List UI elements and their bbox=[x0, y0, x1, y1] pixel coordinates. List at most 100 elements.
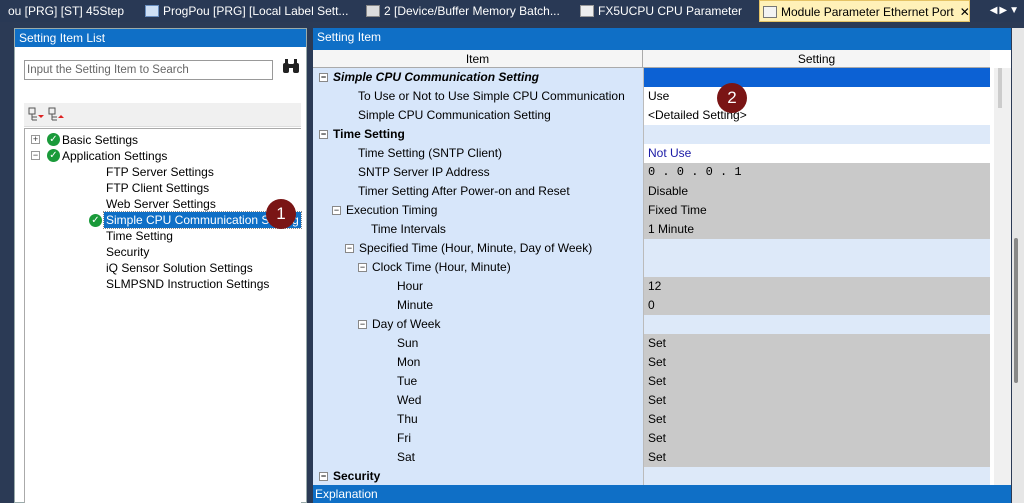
grid-setting-cell bbox=[643, 125, 990, 144]
grid-row[interactable]: SNTP Server IP Address 0 . 0 . 0 . 1 bbox=[313, 163, 990, 182]
grid-row[interactable]: − Time Setting bbox=[313, 125, 990, 144]
tab-local-label[interactable]: ProgPou [PRG] [Local Label Sett... bbox=[145, 0, 350, 22]
main-vertical-scrollbar[interactable] bbox=[1012, 28, 1024, 503]
grid-row[interactable]: Hour 12 bbox=[313, 277, 990, 296]
setting-item-panel: Setting Item Item Setting − Simple CPU Co… bbox=[313, 28, 1011, 503]
grid-row[interactable]: − Clock Time (Hour, Minute) bbox=[313, 258, 990, 277]
grid-row[interactable]: Simple CPU Communication Setting <Detaile… bbox=[313, 106, 990, 125]
grid-row[interactable]: Mon Set bbox=[313, 353, 990, 372]
grid-setting-cell[interactable]: Set bbox=[643, 429, 990, 448]
grid-setting-cell bbox=[643, 258, 990, 277]
tree-item-application-settings[interactable]: − ✓ Application Settings bbox=[31, 148, 191, 164]
tree-item-web-server[interactable]: Web Server Settings bbox=[106, 196, 216, 212]
column-header-item[interactable]: Item bbox=[313, 50, 643, 68]
grid-setting-cell[interactable]: <Detailed Setting> bbox=[643, 106, 990, 125]
grid-item-cell: Thu bbox=[313, 410, 643, 429]
grid-item-label: Time Intervals bbox=[371, 222, 446, 236]
grid-setting-cell[interactable]: 1 Minute bbox=[643, 220, 990, 239]
grid-setting-cell[interactable]: Set bbox=[643, 391, 990, 410]
grid-setting-cell[interactable]: 0 . 0 . 0 . 1 bbox=[643, 163, 990, 182]
grid-row[interactable]: Tue Set bbox=[313, 372, 990, 391]
tree-item-iq-sensor[interactable]: iQ Sensor Solution Settings bbox=[106, 260, 253, 276]
grid-item-cell: To Use or Not to Use Simple CPU Communic… bbox=[313, 87, 643, 106]
collapse-all-icon[interactable] bbox=[48, 107, 64, 123]
grid-item-label: Day of Week bbox=[372, 317, 441, 331]
tree-item-slmpsnd[interactable]: SLMPSND Instruction Settings bbox=[106, 276, 269, 292]
grid-setting-cell[interactable]: Disable bbox=[643, 182, 990, 201]
collapse-icon[interactable]: − bbox=[345, 244, 354, 253]
search-input[interactable]: Input the Setting Item to Search bbox=[24, 60, 273, 80]
tab-label: Module Parameter Ethernet Port bbox=[781, 5, 954, 19]
column-header-setting[interactable]: Setting bbox=[643, 50, 990, 68]
grid-row[interactable]: Timer Setting After Power-on and Reset Di… bbox=[313, 182, 990, 201]
grid-setting-cell[interactable]: Set bbox=[643, 410, 990, 429]
grid-item-label: Minute bbox=[397, 298, 434, 312]
tree-item-time-setting[interactable]: Time Setting bbox=[106, 228, 173, 244]
grid-item-cell: Minute bbox=[313, 296, 643, 315]
grid-row[interactable]: − Simple CPU Communication Setting bbox=[313, 68, 990, 87]
binoculars-search-icon[interactable] bbox=[280, 58, 302, 80]
grid-item-label: Simple CPU Communication Setting bbox=[358, 108, 551, 122]
grid-setting-cell[interactable]: Set bbox=[643, 372, 990, 391]
grid-row[interactable]: − Security bbox=[313, 467, 990, 486]
tab-left-arrow-icon[interactable]: ◀ bbox=[990, 5, 1000, 16]
grid-row[interactable]: − Day of Week bbox=[313, 315, 990, 334]
grid-row[interactable]: Sun Set bbox=[313, 334, 990, 353]
grid-item-label: To Use or Not to Use Simple CPU Communic… bbox=[358, 89, 625, 103]
tab-right-arrow-icon[interactable]: ▶ bbox=[999, 5, 1009, 16]
grid-row[interactable]: Sat Set bbox=[313, 448, 990, 467]
grid-scrollbar[interactable] bbox=[994, 68, 1011, 498]
grid-item-label: Timer Setting After Power-on and Reset bbox=[358, 184, 570, 198]
grid-row[interactable]: Thu Set bbox=[313, 410, 990, 429]
tab-list-icon[interactable]: ▼ bbox=[1009, 5, 1021, 16]
grid-row[interactable]: To Use or Not to Use Simple CPU Communic… bbox=[313, 87, 990, 106]
scrollbar-thumb[interactable] bbox=[998, 68, 1002, 108]
tab-program-st[interactable]: ou [PRG] [ST] 45Step bbox=[0, 0, 128, 22]
grid-item-label: Mon bbox=[397, 355, 421, 369]
tree-item-ftp-client[interactable]: FTP Client Settings bbox=[106, 180, 209, 196]
collapse-icon[interactable]: − bbox=[319, 130, 328, 139]
tab-cpu-parameter[interactable]: FX5UCPU CPU Parameter bbox=[580, 0, 755, 22]
grid-item-label: Specified Time (Hour, Minute, Day of Wee… bbox=[359, 241, 593, 255]
grid-setting-cell[interactable]: Use bbox=[643, 87, 990, 106]
collapse-icon[interactable]: − bbox=[358, 263, 367, 272]
collapse-icon[interactable]: − bbox=[319, 73, 328, 82]
grid-item-cell: Simple CPU Communication Setting bbox=[313, 106, 643, 125]
grid-item-cell: Timer Setting After Power-on and Reset bbox=[313, 182, 643, 201]
grid-setting-cell[interactable]: 0 bbox=[643, 296, 990, 315]
grid-item-label: Simple CPU Communication Setting bbox=[333, 70, 540, 84]
collapse-icon[interactable]: − bbox=[319, 472, 328, 481]
expand-all-icon[interactable] bbox=[28, 107, 44, 123]
collapse-icon[interactable]: − bbox=[31, 151, 40, 160]
expand-icon[interactable]: + bbox=[31, 135, 40, 144]
grid-item-cell: Wed bbox=[313, 391, 643, 410]
collapse-icon[interactable]: − bbox=[332, 206, 341, 215]
collapse-icon[interactable]: − bbox=[358, 320, 367, 329]
grid-row[interactable]: Fri Set bbox=[313, 429, 990, 448]
scrollbar-thumb[interactable] bbox=[1014, 238, 1018, 383]
grid-row[interactable]: Minute 0 bbox=[313, 296, 990, 315]
close-icon[interactable]: ✕ bbox=[960, 5, 969, 19]
grid-header: Item Setting bbox=[313, 50, 990, 68]
tree-item-security[interactable]: Security bbox=[106, 244, 149, 260]
grid-setting-cell[interactable]: 12 bbox=[643, 277, 990, 296]
grid-row[interactable]: Wed Set bbox=[313, 391, 990, 410]
grid-setting-cell[interactable]: Fixed Time bbox=[643, 201, 990, 220]
grid-row[interactable]: − Execution Timing Fixed Time bbox=[313, 201, 990, 220]
grid-row[interactable]: − Specified Time (Hour, Minute, Day of We… bbox=[313, 239, 990, 258]
parameter-icon bbox=[580, 5, 594, 17]
tab-navigation: ◀▶▼ bbox=[989, 0, 1024, 22]
grid-row[interactable]: Time Intervals 1 Minute bbox=[313, 220, 990, 239]
label-grid-icon bbox=[145, 5, 159, 17]
grid-row[interactable]: Time Setting (SNTP Client) Not Use bbox=[313, 144, 990, 163]
tree-item-basic-settings[interactable]: + ✓ Basic Settings bbox=[31, 132, 161, 148]
grid-setting-cell[interactable]: Set bbox=[643, 353, 990, 372]
grid-setting-cell[interactable]: Not Use bbox=[643, 144, 990, 163]
grid-setting-cell[interactable]: Set bbox=[643, 334, 990, 353]
tree-item-ftp-server[interactable]: FTP Server Settings bbox=[106, 164, 214, 180]
tab-device-buffer[interactable]: 2 [Device/Buffer Memory Batch... bbox=[366, 0, 566, 22]
grid-item-cell: − Clock Time (Hour, Minute) bbox=[313, 258, 643, 277]
grid-setting-cell[interactable]: Set bbox=[643, 448, 990, 467]
tab-module-parameter-ethernet[interactable]: Module Parameter Ethernet Port ✕ bbox=[759, 0, 970, 22]
grid-setting-cell bbox=[643, 68, 990, 87]
